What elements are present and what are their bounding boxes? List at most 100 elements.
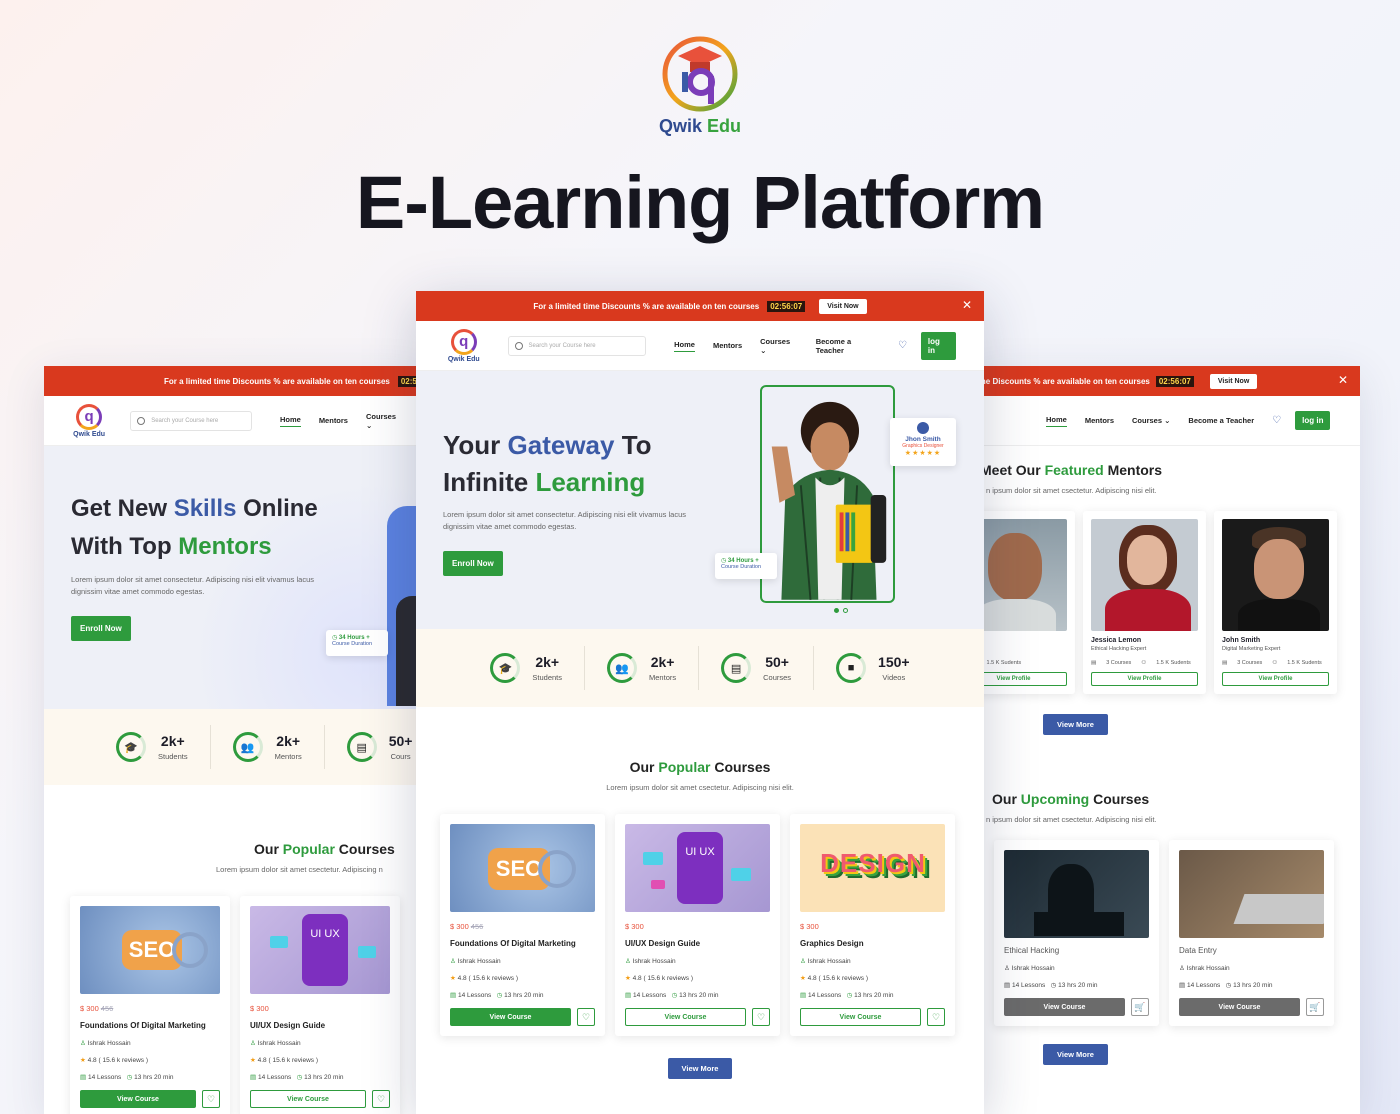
course-info: ▤ 14 Lessons ◷ 13 hrs 20 min — [80, 1074, 174, 1081]
user-icon: ♙ — [1179, 965, 1185, 972]
group-icon: 👥 — [607, 653, 638, 683]
clock-icon: ◷ — [1225, 982, 1232, 989]
heart-icon[interactable]: ♡ — [927, 1008, 945, 1026]
course-rating: ★ 4.8 ( 15.6 k reviews ) — [450, 975, 518, 982]
course-thumbnail — [1004, 850, 1149, 938]
course-title: UI/UX Design Guide — [625, 939, 701, 948]
hero-portrait — [760, 385, 895, 603]
view-course-button[interactable]: View Course — [625, 1008, 746, 1026]
logo[interactable]: q Qwik Edu — [444, 328, 484, 363]
course-author: ♙ Ishrak Hossain — [80, 1040, 131, 1047]
cart-icon[interactable]: 🛒 — [1131, 998, 1149, 1016]
course-author: ♙ Ishrak Hossain — [1179, 965, 1230, 972]
view-course-button[interactable]: View Course — [450, 1008, 571, 1026]
nav-mentors[interactable]: Mentors — [1085, 416, 1114, 425]
view-profile-button[interactable]: View Profile — [972, 672, 1067, 686]
heart-icon[interactable]: ♡ — [202, 1090, 220, 1108]
user-icon: ♙ — [250, 1040, 256, 1047]
group-icon: ⚇ — [1141, 660, 1147, 666]
clock-icon: ◷ — [846, 992, 853, 999]
chevron-down-icon: ⌄ — [760, 345, 767, 355]
nav-home[interactable]: Home — [1046, 415, 1067, 427]
course-info: ▤ 14 Lessons ◷ 13 hrs 20 min — [800, 992, 894, 999]
carousel-dots[interactable] — [834, 608, 848, 613]
close-icon[interactable]: ✕ — [1338, 373, 1348, 387]
qwik-edu-logo-icon — [660, 34, 740, 112]
nav-home[interactable]: Home — [674, 340, 695, 352]
heart-icon[interactable]: ♡ — [752, 1008, 770, 1026]
view-more-mentors-button[interactable]: View More — [1043, 714, 1108, 735]
heart-icon[interactable]: ♡ — [372, 1090, 390, 1108]
group-icon: 👥 — [232, 732, 263, 762]
course-price: $ 300 456 — [80, 1004, 114, 1013]
popular-courses-title: Our Popular Courses — [254, 841, 395, 857]
search-input[interactable]: Search your Course here — [507, 335, 647, 356]
view-course-button[interactable]: View Course — [1179, 998, 1300, 1016]
course-thumbnail: UI UX — [250, 906, 390, 994]
avatar — [917, 422, 929, 434]
logo[interactable]: q Qwik Edu — [72, 403, 106, 438]
user-icon: ♙ — [450, 958, 456, 965]
course-info: ▤ 14 Lessons ◷ 13 hrs 20 min — [450, 992, 544, 999]
course-thumbnail: UI UX — [625, 824, 770, 912]
course-title: Foundations Of Digital Marketing — [450, 939, 576, 948]
heart-icon[interactable]: ♡ — [898, 340, 907, 351]
course-author: ♙ Ishrak Hossain — [800, 958, 851, 965]
navbar: Home Mentors Courses ⌄ Become a Teacher … — [972, 396, 1360, 446]
nav-courses[interactable]: Courses ⌄ — [760, 337, 798, 355]
mentor-photo — [1222, 519, 1329, 631]
navbar: q Qwik Edu Search your Course here Home M… — [416, 321, 984, 371]
nav-mentors[interactable]: Mentors — [319, 416, 348, 425]
view-course-button[interactable]: View Course — [80, 1090, 196, 1108]
user-icon: ♙ — [1004, 965, 1010, 972]
nav-mentors[interactable]: Mentors — [713, 341, 742, 350]
right-mockup: For a limited time Discounts % are avail… — [972, 366, 1360, 1114]
course-thumbnail: DESIGN — [800, 824, 945, 912]
nav-courses[interactable]: Courses ⌄ — [366, 412, 396, 430]
nav-become-teacher[interactable]: Become a Teacher — [1188, 416, 1254, 425]
clock-icon: ◷ — [671, 992, 678, 999]
stat-students: 🎓 2k+ Students — [468, 646, 586, 690]
upcoming-courses-subtitle: n ipsum dolor sit amet csectetur. Adipis… — [986, 815, 1157, 824]
nav-become-teacher[interactable]: Become a Teacher — [816, 337, 880, 355]
nav-courses[interactable]: Courses ⌄ — [1132, 416, 1170, 425]
visit-now-button[interactable]: Visit Now — [819, 298, 867, 314]
view-course-button[interactable]: View Course — [1004, 998, 1125, 1016]
nav-home[interactable]: Home — [279, 415, 301, 427]
course-price: $ 300 — [800, 922, 819, 931]
login-button[interactable]: log in — [1295, 411, 1331, 430]
promo-bar: For a limited time Discounts % are avail… — [44, 366, 424, 396]
mentor-card: Jessica Lemon Ethical Hacking Expert ▤ 3 … — [1083, 511, 1206, 694]
close-icon[interactable]: ✕ — [962, 298, 972, 312]
popular-courses-subtitle: Lorem ipsum dolor sit amet csectetur. Ad… — [606, 783, 794, 792]
mentor-badge: Jhon Smith Graphics Designer ★★★★★ — [890, 418, 956, 466]
course-author: ♙ Ishrak Hossain — [625, 958, 676, 965]
course-card: Ethical Hacking ♙ Ishrak Hossain ▤ 14 Le… — [994, 840, 1159, 1026]
enroll-button[interactable]: Enroll Now — [71, 616, 131, 641]
star-icon: ★ — [450, 975, 456, 982]
clock-icon: ◷ — [1050, 982, 1057, 989]
student-illustration — [771, 401, 887, 600]
view-more-courses-button[interactable]: View More — [667, 1058, 733, 1079]
heart-icon[interactable]: ♡ — [1272, 415, 1281, 426]
mentor-photo — [1091, 519, 1198, 631]
hero-heading: Get New Skills Online With Top Mentors — [71, 495, 318, 560]
view-profile-button[interactable]: View Profile — [1091, 672, 1198, 686]
view-course-button[interactable]: View Course — [250, 1090, 366, 1108]
login-button[interactable]: log in — [920, 331, 956, 360]
rating-stars-icon: ★★★★★ — [904, 450, 942, 457]
course-author: ♙ Ishrak Hossain — [250, 1040, 301, 1047]
enroll-button[interactable]: Enroll Now — [443, 551, 503, 576]
center-mockup: For a limited time Discounts % are avail… — [416, 291, 984, 1114]
view-profile-button[interactable]: View Profile — [1222, 672, 1329, 686]
view-more-upcoming-button[interactable]: View More — [1043, 1044, 1108, 1065]
clock-icon: ◷ — [496, 992, 503, 999]
search-input[interactable]: Search your Course here — [130, 410, 252, 431]
view-course-button[interactable]: View Course — [800, 1008, 921, 1026]
heart-icon[interactable]: ♡ — [577, 1008, 595, 1026]
user-icon: ♙ — [625, 958, 631, 965]
visit-now-button[interactable]: Visit Now — [1209, 373, 1258, 389]
magnifier-icon — [172, 932, 208, 968]
star-icon: ★ — [625, 975, 631, 982]
cart-icon[interactable]: 🛒 — [1306, 998, 1324, 1016]
